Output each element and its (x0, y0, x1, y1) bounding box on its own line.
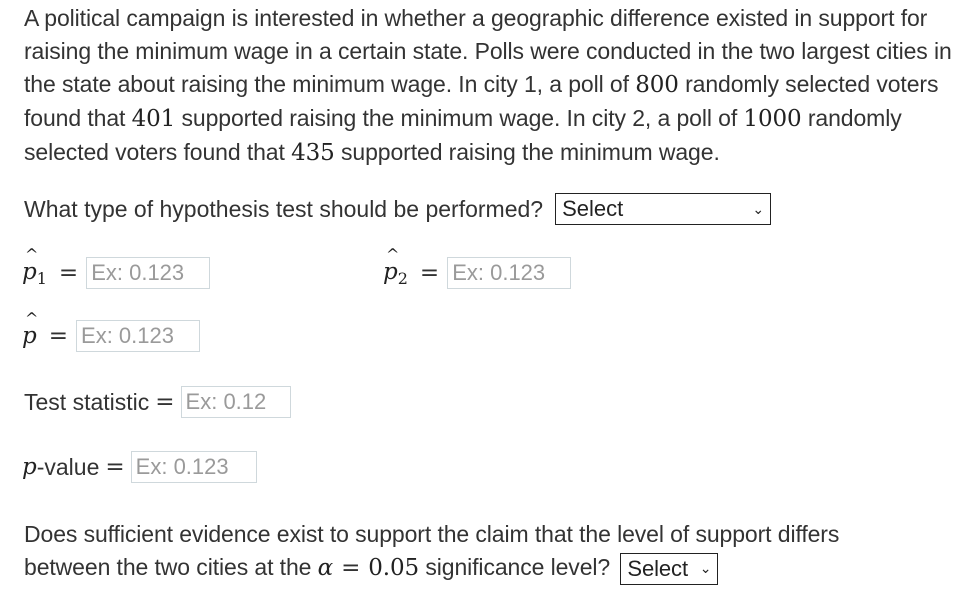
p-hat: p (22, 245, 38, 285)
alpha-value: 0.05 (368, 555, 420, 581)
x1-value: 401 (131, 106, 176, 132)
statement-text: supported raising the minimum wage. In c… (175, 105, 744, 131)
alpha-symbol: α (317, 555, 334, 581)
chevron-down-icon: ⌄ (752, 200, 765, 217)
p2-input[interactable] (447, 257, 572, 289)
conclusion-text: significance level? (419, 554, 611, 580)
n2-value: 1000 (743, 106, 802, 132)
p-value-label: -value (36, 453, 100, 480)
chevron-down-icon: ⌄ (699, 560, 712, 577)
p2-row: p2 = (383, 245, 572, 289)
p1-row: p1 = (22, 245, 211, 289)
n1-value: 800 (635, 72, 679, 98)
test-statistic-row: Test statistic = (24, 386, 291, 418)
equals-sign: = (419, 260, 440, 286)
test-type-selected: Select (562, 196, 624, 221)
p-pooled-input[interactable] (76, 320, 201, 352)
test-statistic-label: Test statistic (24, 388, 150, 415)
p-pooled-symbol: p (22, 309, 38, 349)
subscript: 2 (397, 268, 408, 288)
equals-sign: = (58, 260, 79, 286)
equals-sign: = (155, 389, 175, 415)
equals-sign: = (48, 323, 69, 349)
conclusion-question: Does sufficient evidence exist to suppor… (24, 518, 924, 585)
p-value-row: p -value = (22, 451, 257, 483)
equals-sign: = (105, 454, 125, 480)
test-type-select[interactable]: Select ⌄ (555, 193, 772, 225)
subscript: 1 (36, 268, 47, 288)
test-statistic-input[interactable] (180, 386, 291, 418)
test-type-label: What type of hypothesis test should be p… (24, 195, 544, 222)
test-type-row: What type of hypothesis test should be p… (24, 193, 772, 225)
equals-sign: = (341, 555, 361, 581)
p-hat: p (22, 309, 38, 349)
p-symbol: p (22, 454, 37, 480)
p1-symbol: p1 (22, 245, 47, 288)
p-value-input[interactable] (130, 451, 257, 483)
p-hat: p (383, 245, 399, 285)
conclusion-selected: Select (627, 556, 688, 582)
p1-input[interactable] (86, 257, 211, 289)
p-pooled-row: p = (22, 309, 201, 352)
problem-statement: A political campaign is interested in wh… (24, 2, 954, 170)
statement-text: supported raising the minimum wage. (334, 139, 720, 165)
p2-symbol: p2 (383, 245, 408, 288)
x2-value: 435 (291, 140, 335, 166)
conclusion-select[interactable]: Select ⌄ (620, 552, 719, 585)
